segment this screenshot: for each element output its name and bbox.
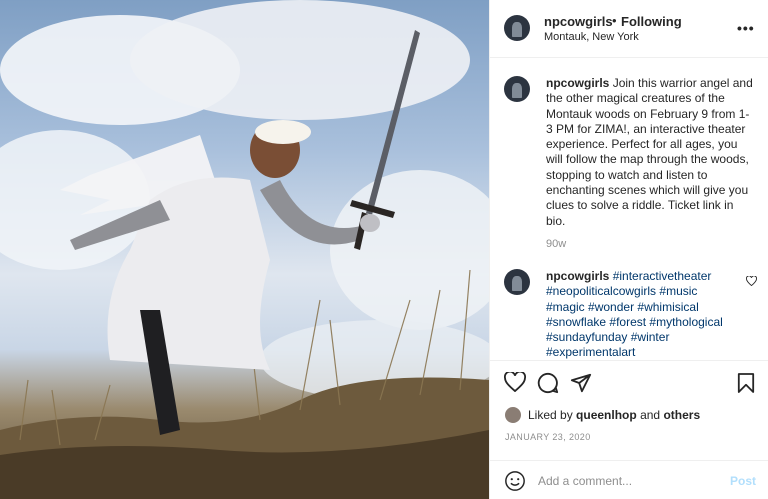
hashtag[interactable]: #winter (631, 330, 670, 344)
emoji-smiley-icon[interactable] (504, 470, 526, 492)
share-send-icon[interactable] (570, 372, 592, 394)
likes-others-link[interactable]: others (663, 408, 700, 422)
comments-section[interactable]: npcowgirls Join this warrior angel and t… (490, 58, 768, 360)
author-username[interactable]: npcowgirls (544, 14, 613, 29)
hashtag[interactable]: #neopoliticalcowgirls (546, 284, 656, 298)
likes-joiner: and (640, 408, 661, 422)
more-options-icon[interactable]: ••• (737, 20, 755, 36)
hashtag[interactable]: #whimisical (637, 300, 698, 314)
caption-timestamp[interactable]: 90w (546, 238, 566, 250)
hashtag[interactable]: #interactivetheater (613, 269, 712, 283)
comment-bubble-icon[interactable] (537, 372, 559, 394)
post-actions: Liked by queenlhop and others JANUARY 23… (490, 360, 768, 499)
hashtag[interactable]: #snowflake (546, 315, 606, 329)
caption: npcowgirls Join this warrior angel and t… (546, 76, 756, 229)
avatar[interactable] (504, 15, 530, 41)
caption-text: Join this warrior angel and the other ma… (546, 76, 753, 228)
hashtag[interactable]: #mythological (649, 315, 722, 329)
location-link[interactable]: Montauk, New York (544, 31, 639, 43)
post-date[interactable]: JANUARY 23, 2020 (505, 432, 591, 442)
post-comment-button[interactable]: Post (730, 474, 756, 488)
liker-avatar[interactable] (505, 407, 521, 423)
hashtag[interactable]: #experimentalart (546, 345, 635, 359)
like-comment-heart-icon[interactable] (746, 276, 757, 286)
hashtag[interactable]: #forest (609, 315, 646, 329)
liker-username[interactable]: queenlhop (576, 408, 637, 422)
header-separator: • (612, 13, 617, 28)
hashtag[interactable]: #magic (546, 300, 585, 314)
photo-illustration (0, 0, 489, 499)
add-comment-bar: Add a comment... Post (490, 460, 768, 499)
like-heart-icon[interactable] (504, 372, 526, 392)
comment: npcowgirls #interactivetheater #neopolit… (546, 269, 736, 360)
hashtag[interactable]: #sundayfunday (546, 330, 627, 344)
likes-summary: Liked by queenlhop and others (528, 408, 700, 422)
avatar[interactable] (504, 76, 530, 102)
following-button[interactable]: Following (621, 14, 682, 29)
comment-username[interactable]: npcowgirls (546, 269, 609, 283)
likes-prefix: Liked by (528, 408, 573, 422)
hashtag[interactable]: #music (659, 284, 697, 298)
caption-username[interactable]: npcowgirls (546, 76, 609, 90)
save-bookmark-icon[interactable] (737, 372, 755, 394)
avatar[interactable] (504, 269, 530, 295)
post-photo[interactable] (0, 0, 489, 499)
post-header: npcowgirls • Following Montauk, New York… (490, 0, 768, 58)
hashtag[interactable]: #wonder (588, 300, 634, 314)
post-detail-panel: npcowgirls • Following Montauk, New York… (489, 0, 768, 499)
comment-input[interactable]: Add a comment... (538, 474, 632, 488)
